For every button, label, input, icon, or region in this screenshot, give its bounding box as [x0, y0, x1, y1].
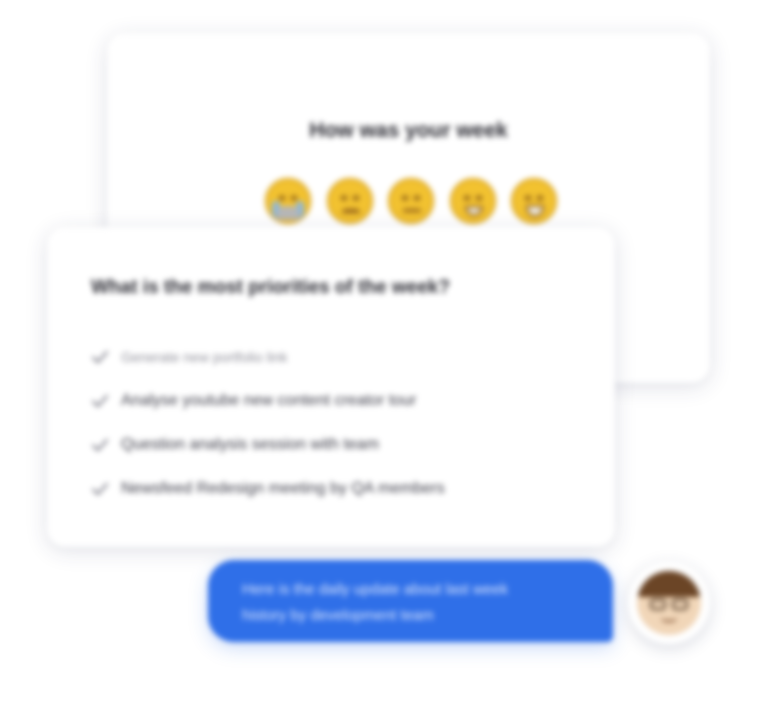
task-label: Analyse youtube new content creator tour: [121, 392, 417, 409]
scene: How was your week What is the most prior…: [0, 0, 761, 706]
mood-emoji-row: [265, 178, 557, 224]
neutral-face-icon[interactable]: [388, 178, 434, 224]
task-item[interactable]: Question analysis session with team: [91, 423, 571, 467]
task-label: Newsfeed Redesign meeting by QA members: [121, 480, 445, 497]
task-item[interactable]: Generate new portfolio link: [91, 335, 571, 379]
avatar-face-icon: [637, 571, 701, 635]
task-label: Generate new portfolio link: [121, 349, 288, 365]
crying-face-icon[interactable]: [265, 178, 311, 224]
check-icon: [92, 395, 108, 407]
user-avatar[interactable]: [628, 562, 710, 644]
check-icon: [92, 439, 108, 451]
priorities-card-title: What is the most priorities of the week?: [91, 277, 450, 298]
chat-message-line: history by development team: [242, 607, 434, 624]
task-list: Generate new portfolio link Analyse yout…: [91, 335, 571, 511]
chat-message-bubble[interactable]: Here is the daily update about last week…: [208, 560, 613, 642]
task-item[interactable]: Newsfeed Redesign meeting by QA members: [91, 467, 571, 511]
task-label: Question analysis session with team: [121, 436, 379, 453]
check-icon: [92, 351, 108, 363]
grinning-face-icon[interactable]: [449, 178, 496, 224]
check-icon: [92, 483, 108, 495]
priorities-card: What is the most priorities of the week?…: [47, 227, 615, 547]
mood-card-title: How was your week: [309, 119, 508, 142]
smiling-face-icon[interactable]: [511, 178, 557, 224]
task-item[interactable]: Analyse youtube new content creator tour: [91, 379, 571, 423]
chat-message-line: Here is the daily update about last week: [242, 581, 508, 598]
frowning-face-icon[interactable]: [326, 178, 373, 224]
